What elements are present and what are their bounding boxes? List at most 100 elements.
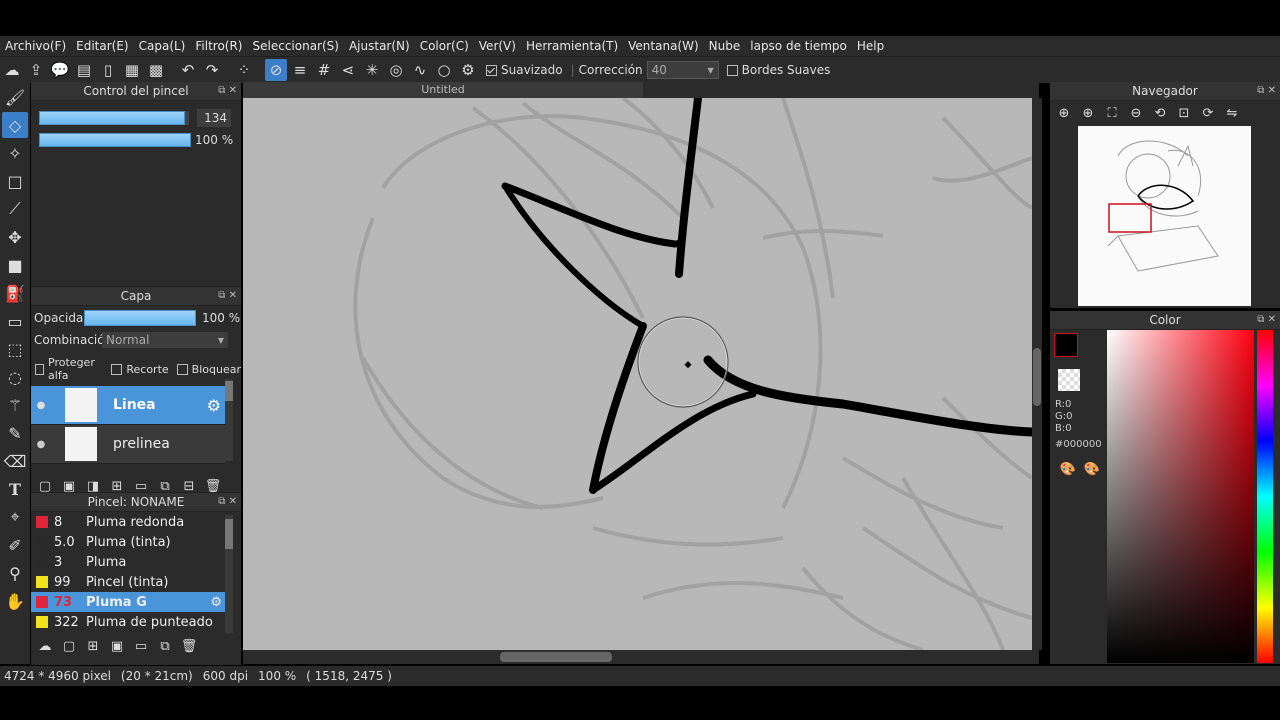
undock-icon[interactable]: ⧉ — [1257, 85, 1264, 96]
zoom-in-alt-icon[interactable]: ⊕ — [1078, 103, 1098, 123]
snap-concentric-icon[interactable]: ◎ — [385, 59, 407, 81]
brush-scrollbar[interactable] — [225, 515, 233, 633]
foreground-color-swatch[interactable] — [1054, 333, 1078, 357]
menu-capa[interactable]: Capa(L) — [134, 39, 191, 53]
bucket-tool-icon[interactable]: ⛽ — [2, 280, 28, 306]
menu-help[interactable]: Help — [852, 39, 889, 53]
fill-rect-icon[interactable]: ■ — [2, 252, 28, 278]
gear-icon[interactable]: ⚙ — [210, 595, 222, 610]
snap-circle-icon[interactable]: ○ — [433, 59, 455, 81]
gear-icon[interactable]: ⚙ — [207, 396, 221, 415]
snap-parallel-icon[interactable]: ≡ — [289, 59, 311, 81]
undo-icon[interactable]: ↶ — [177, 59, 199, 81]
saturation-value-picker[interactable] — [1107, 330, 1254, 663]
undock-icon[interactable]: ⧉ — [1257, 314, 1264, 325]
canvas-vertical-scrollbar[interactable] — [1032, 98, 1042, 650]
layer-row[interactable]: ● Linea ⚙ — [31, 386, 225, 425]
fit-icon[interactable]: ⛶ — [1102, 103, 1122, 123]
brush-size-value[interactable]: 134 — [197, 109, 231, 127]
palette-icon[interactable]: 🎨 — [1058, 459, 1078, 479]
divide-tool-icon[interactable]: ✐ — [2, 532, 28, 558]
transparent-color-swatch[interactable] — [1058, 369, 1080, 391]
close-icon[interactable]: ✕ — [229, 85, 237, 96]
canvas-horizontal-scrollbar[interactable] — [243, 650, 1039, 664]
blend-mode-select[interactable]: Normal ▼ — [102, 332, 228, 348]
menu-lapso[interactable]: lapso de tiempo — [745, 39, 852, 53]
protect-alpha-checkbox[interactable]: Proteger alfa — [35, 356, 103, 382]
undock-icon[interactable]: ⧉ — [218, 85, 225, 96]
suavizado-checkbox[interactable]: Suavizado — [486, 63, 563, 77]
layer-opacity-slider[interactable] — [84, 310, 196, 326]
lock-checkbox[interactable]: Bloquear — [176, 363, 241, 376]
hue-slider[interactable] — [1257, 330, 1273, 663]
layer-row[interactable]: ● prelinea — [31, 425, 225, 464]
menu-herramienta[interactable]: Herramienta(T) — [521, 39, 623, 53]
visibility-dot-icon[interactable]: ● — [31, 400, 51, 411]
rotate-left-icon[interactable]: ⟲ — [1150, 103, 1170, 123]
brush-item[interactable]: 73 Pluma G ⚙ — [31, 592, 225, 612]
magic-eraser-icon[interactable]: ✧ — [2, 140, 28, 166]
brush-menu-icon[interactable]: ⊞ — [83, 636, 103, 656]
lasso-icon[interactable]: ◌ — [2, 364, 28, 390]
snap-off-icon[interactable]: ⊘ — [265, 59, 287, 81]
navigator-preview[interactable] — [1078, 126, 1251, 306]
snap-vanish-icon[interactable]: ⋖ — [337, 59, 359, 81]
canvas-tab[interactable]: Untitled — [243, 82, 643, 98]
clip-checkbox[interactable]: Recorte — [111, 363, 169, 376]
selection-toggle-icon[interactable]: ⁘ — [233, 59, 255, 81]
menu-editar[interactable]: Editar(E) — [71, 39, 133, 53]
snap-settings-icon[interactable]: ⚙ — [457, 59, 479, 81]
eraser-tool-icon[interactable]: ◇ — [2, 112, 28, 138]
export-icon[interactable]: ⇪ — [25, 59, 47, 81]
drawing-canvas[interactable] — [243, 98, 1032, 650]
cloud-icon[interactable]: ☁ — [1, 59, 23, 81]
select-eraser-icon[interactable]: ⌫ — [2, 448, 28, 474]
rotate-right-icon[interactable]: ⟳ — [1198, 103, 1218, 123]
reset-view-icon[interactable]: ⊡ — [1174, 103, 1194, 123]
duplicate-icon[interactable]: ⧉ — [155, 636, 175, 656]
snap-radial-icon[interactable]: ✳ — [361, 59, 383, 81]
new-brush-icon[interactable]: ▢ — [59, 636, 79, 656]
zoom-in-icon[interactable]: ⊕ — [1054, 103, 1074, 123]
menu-seleccionar[interactable]: Seleccionar(S) — [248, 39, 344, 53]
eyedropper-icon[interactable]: ⚲ — [2, 560, 28, 586]
snap-curve-icon[interactable]: ∿ — [409, 59, 431, 81]
close-icon[interactable]: ✕ — [1268, 314, 1276, 325]
visibility-dot-icon[interactable]: ● — [31, 439, 51, 450]
zoom-out-icon[interactable]: ⊖ — [1126, 103, 1146, 123]
operation-tool-icon[interactable]: ⌖ — [2, 504, 28, 530]
speech-bubble-icon[interactable]: 💬 — [49, 59, 71, 81]
grid-icon[interactable]: ▩ — [145, 59, 167, 81]
select-pen-icon[interactable]: ✎ — [2, 420, 28, 446]
hand-tool-icon[interactable]: ✋ — [2, 588, 28, 614]
panel-layout-icon[interactable]: ▦ — [121, 59, 143, 81]
brush-item[interactable]: 8 Pluma redonda — [31, 512, 225, 532]
menu-color[interactable]: Color(C) — [415, 39, 474, 53]
menu-ventana[interactable]: Ventana(W) — [623, 39, 704, 53]
brush-item[interactable]: 322 Pluma de punteado — [31, 612, 225, 632]
close-icon[interactable]: ✕ — [229, 496, 237, 507]
close-icon[interactable]: ✕ — [1268, 85, 1276, 96]
menu-filtro[interactable]: Filtro(R) — [190, 39, 247, 53]
brush-tool-icon[interactable]: 🖌 — [2, 84, 28, 110]
brush-item[interactable]: 99 Pincel (tinta) — [31, 572, 225, 592]
folder-icon[interactable]: ▭ — [131, 636, 151, 656]
brush-item[interactable]: 3 Pluma — [31, 552, 225, 572]
menu-archivo[interactable]: Archivo(F) — [0, 39, 71, 53]
cloud-download-icon[interactable]: ☁ — [35, 636, 55, 656]
magic-wand-icon[interactable]: ⚚ — [2, 392, 28, 418]
menu-nube[interactable]: Nube — [704, 39, 746, 53]
menu-ver[interactable]: Ver(V) — [474, 39, 521, 53]
palette-settings-icon[interactable]: 🎨 — [1082, 459, 1102, 479]
gradient-tool-icon[interactable]: ▭ — [2, 308, 28, 334]
select-rect-icon[interactable]: ⬚ — [2, 336, 28, 362]
rectangle-tool-icon[interactable]: □ — [2, 168, 28, 194]
move-tool-icon[interactable]: ✥ — [2, 224, 28, 250]
line-tool-icon[interactable]: ⟋ — [2, 196, 28, 222]
text-tool-icon[interactable]: T — [2, 476, 28, 502]
bordes-suaves-checkbox[interactable]: Bordes Suaves — [726, 63, 830, 77]
brush-size-slider[interactable] — [39, 111, 189, 125]
close-icon[interactable]: ✕ — [229, 290, 237, 301]
undock-icon[interactable]: ⧉ — [218, 290, 225, 301]
flip-icon[interactable]: ⇋ — [1222, 103, 1242, 123]
